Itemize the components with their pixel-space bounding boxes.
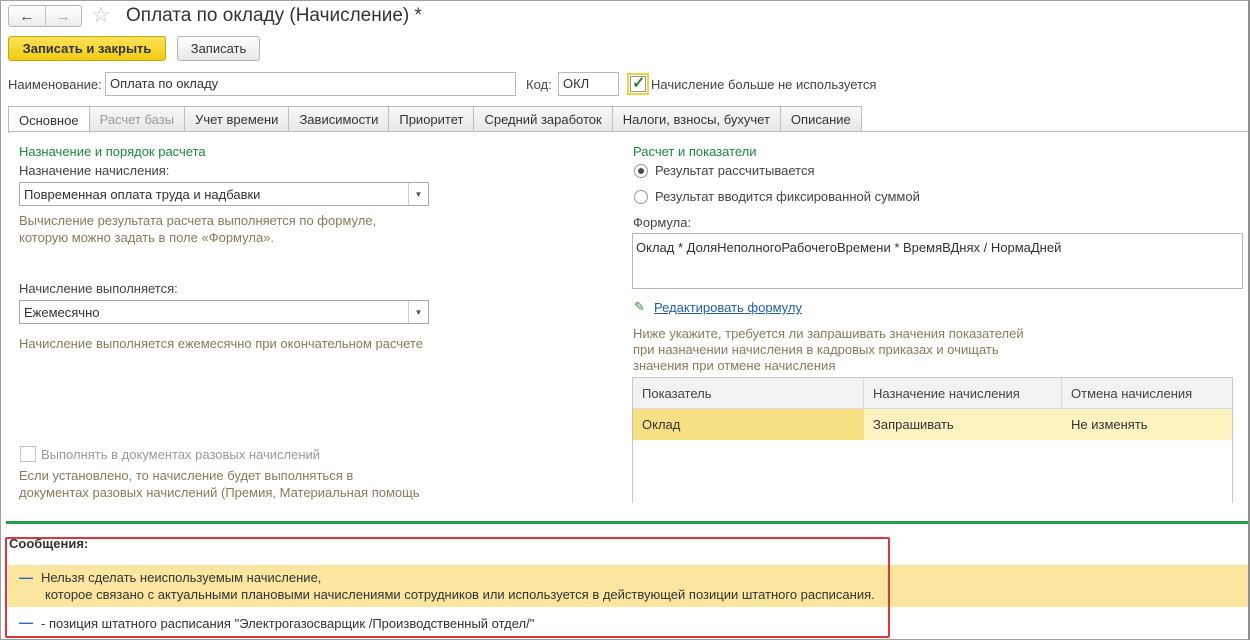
- message-text: - позиция штатного расписания "Электрога…: [41, 616, 535, 631]
- column-header-indicator[interactable]: Показатель: [633, 378, 864, 408]
- checkmark-icon: ✓: [632, 75, 646, 92]
- onetime-label: Выполнять в документах разовых начислени…: [41, 447, 321, 462]
- onetime-hint-line-2: документах разовых начислений (Премия, М…: [19, 485, 420, 500]
- onetime-checkbox[interactable]: [20, 446, 36, 462]
- message-marker-icon: —: [19, 569, 33, 585]
- code-input[interactable]: ОКЛ: [558, 72, 619, 96]
- purpose-value: Повременная оплата труда и надбавки: [24, 187, 261, 202]
- column-header-cancellation[interactable]: Отмена начисления: [1062, 378, 1232, 408]
- period-value: Ежемесячно: [24, 305, 100, 320]
- pencil-icon[interactable]: ✎: [634, 299, 645, 315]
- table-cell-cancellation[interactable]: Не изменять: [1062, 409, 1232, 440]
- not-used-label: Начисление больше не используется: [651, 77, 877, 92]
- onetime-hint-line-1: Если установлено, то начисление будет вы…: [19, 468, 354, 483]
- form-title: Оплата по окладу (Начисление) *: [126, 5, 422, 26]
- radio-calculated[interactable]: [634, 164, 648, 178]
- period-select[interactable]: Ежемесячно ▼: [19, 300, 429, 324]
- indicators-table: Показатель Назначение начисления Отмена …: [632, 377, 1233, 503]
- message-item[interactable]: — Нельзя сделать неиспользуемым начислен…: [8, 565, 1248, 607]
- tab-time-accounting[interactable]: Учет времени: [184, 106, 290, 132]
- purpose-select[interactable]: Повременная оплата труда и надбавки ▼: [19, 182, 429, 206]
- period-hint: Начисление выполняется ежемесячно при ок…: [19, 336, 423, 351]
- indicators-hint-line-1: Ниже укажите, требуется ли запрашивать з…: [633, 326, 1024, 341]
- message-text-line-1: Нельзя сделать неиспользуемым начисление…: [41, 570, 322, 585]
- purpose-label: Назначение начисления:: [19, 163, 170, 178]
- tab-priority[interactable]: Приоритет: [388, 106, 475, 132]
- tab-dependencies[interactable]: Зависимости: [288, 106, 390, 132]
- indicators-section-title: Расчет и показатели: [633, 144, 757, 159]
- navigation-buttons: ← →: [8, 5, 82, 27]
- name-label: Наименование:: [8, 77, 102, 92]
- tab-description[interactable]: Описание: [779, 106, 862, 132]
- table-cell-indicator[interactable]: Оклад: [633, 409, 864, 440]
- purpose-hint-line-1: Вычисление результата расчета выполняетс…: [19, 213, 377, 228]
- save-and-close-button[interactable]: Записать и закрыть: [8, 36, 166, 61]
- dropdown-arrow-icon[interactable]: ▼: [408, 301, 428, 323]
- formula-label: Формула:: [633, 215, 692, 230]
- tab-divider: [8, 131, 1248, 132]
- tab-average-earnings[interactable]: Средний заработок: [473, 106, 613, 132]
- code-label: Код:: [526, 77, 552, 92]
- tab-bar: Основное Расчет базы Учет времени Зависи…: [8, 106, 862, 133]
- message-marker-icon: —: [19, 614, 33, 630]
- message-item[interactable]: — - позиция штатного расписания "Электро…: [8, 612, 1248, 634]
- radio-fixed[interactable]: [634, 190, 648, 204]
- tab-base-calculation: Расчет базы: [88, 106, 186, 132]
- radio-calculated-label: Результат рассчитывается: [655, 163, 815, 178]
- column-header-assignment[interactable]: Назначение начисления: [864, 378, 1062, 408]
- back-icon[interactable]: ←: [9, 6, 45, 26]
- formula-field[interactable]: Оклад * ДоляНеполногоРабочегоВремени * В…: [632, 233, 1243, 289]
- save-button[interactable]: Записать: [177, 36, 260, 61]
- purpose-section-title: Назначение и порядок расчета: [19, 144, 206, 159]
- name-input[interactable]: Оплата по окладу: [105, 72, 516, 96]
- indicators-hint-line-3: значения при отмене начисления: [633, 358, 836, 373]
- table-header: Показатель Назначение начисления Отмена …: [633, 378, 1232, 409]
- radio-fixed-label: Результат вводится фиксированной суммой: [655, 189, 920, 204]
- forward-icon[interactable]: →: [44, 6, 82, 26]
- table-row[interactable]: Оклад Запрашивать Не изменять: [633, 409, 1232, 440]
- not-used-checkbox[interactable]: ✓: [627, 73, 649, 95]
- edit-formula-link[interactable]: Редактировать формулу: [654, 300, 802, 315]
- dropdown-arrow-icon[interactable]: ▼: [408, 183, 428, 205]
- table-cell-assignment[interactable]: Запрашивать: [864, 409, 1062, 440]
- messages-separator: [6, 521, 1248, 524]
- indicators-hint-line-2: при назначении начисления в кадровых при…: [633, 342, 999, 357]
- favorite-star-icon[interactable]: ☆: [91, 3, 111, 27]
- tab-main[interactable]: Основное: [8, 106, 90, 133]
- message-text-line-2: которое связано с актуальными плановыми …: [45, 587, 875, 602]
- messages-title: Сообщения:: [9, 536, 89, 551]
- purpose-hint-line-2: которую можно задать в поле «Формула».: [19, 230, 275, 245]
- period-label: Начисление выполняется:: [19, 281, 178, 296]
- tab-taxes[interactable]: Налоги, взносы, бухучет: [611, 106, 781, 132]
